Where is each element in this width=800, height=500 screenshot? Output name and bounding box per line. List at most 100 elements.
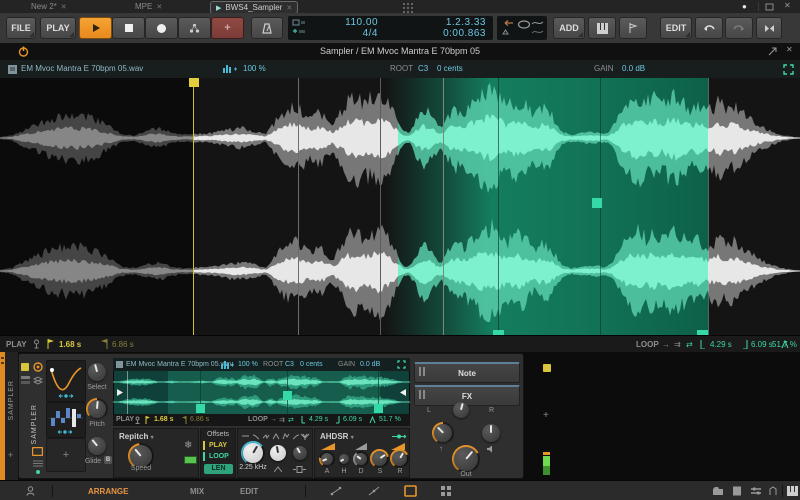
filter-drive-knob[interactable] (291, 444, 309, 462)
tempo-value[interactable]: 110.00 (318, 17, 378, 28)
tempo-position-display[interactable]: 110.00 4/4 1.2.3.33 0:00.863 (288, 16, 493, 40)
loop-fade-handle[interactable] (592, 198, 602, 208)
mod-routing-icon[interactable] (391, 433, 407, 440)
device-waveform-display[interactable] (113, 371, 410, 414)
zoom-level-icon[interactable] (221, 361, 234, 369)
tab-project-1[interactable]: New 2* ✕ (26, 1, 72, 12)
resonance-knob[interactable] (268, 443, 288, 463)
gain-value[interactable]: 0.0 dB (360, 361, 380, 368)
pan-knob[interactable] (451, 400, 471, 420)
play-start-flag-icon[interactable] (145, 416, 151, 424)
stop-button[interactable] (112, 17, 145, 39)
select-knob[interactable] (86, 361, 108, 383)
expanded-view-icon[interactable] (32, 447, 43, 456)
play-stop-flag-icon[interactable] (100, 339, 108, 349)
play-start-flag-icon[interactable] (47, 339, 55, 349)
grid-view-icon[interactable] (440, 485, 453, 497)
dual-row-toggle-icon[interactable] (404, 485, 417, 497)
loop-start-value[interactable]: 4.29 s (710, 340, 732, 349)
zoom-fit-icon[interactable] (783, 64, 794, 75)
play-button[interactable] (79, 17, 112, 39)
close-icon[interactable]: ✕ (286, 4, 292, 12)
list-view-icon[interactable] (33, 460, 43, 467)
next-device-enable[interactable] (543, 364, 551, 372)
device-enable-toggle[interactable] (21, 363, 29, 371)
velocity-knob[interactable] (432, 422, 454, 444)
automation-edit-icon[interactable] (368, 486, 380, 496)
loop-pingpong-icon[interactable]: ⇄ (686, 340, 693, 349)
tune-value[interactable]: 0 cents (437, 64, 463, 73)
instrument-button[interactable] (588, 17, 616, 39)
user-icon[interactable] (26, 486, 35, 496)
zoom-level-icon[interactable] (222, 64, 238, 75)
view-mix[interactable]: MIX (190, 487, 204, 496)
spread-knob[interactable] (480, 422, 502, 444)
loop-start-handle[interactable] (196, 404, 205, 413)
record-button[interactable] (145, 17, 178, 39)
out-knob[interactable] (452, 445, 480, 473)
marker-button[interactable] (619, 17, 647, 39)
freeze-icon[interactable]: ❄ (184, 440, 192, 451)
undo-button[interactable] (695, 17, 723, 39)
waveform-editor[interactable] (0, 78, 800, 335)
edit-menu-button[interactable]: EDIT (660, 17, 692, 39)
add-track-plus[interactable]: + (8, 450, 13, 460)
sync-led[interactable] (184, 456, 197, 464)
offset-play-row[interactable]: PLAY (203, 441, 239, 450)
env-decay-knob[interactable] (353, 451, 369, 467)
modulators-icon[interactable] (33, 362, 43, 372)
loop-pingpong-icon[interactable]: ⇄ (288, 416, 294, 424)
waveform-display[interactable] (0, 78, 800, 335)
file-menu-button[interactable]: FILE (6, 17, 36, 39)
gain-value[interactable]: 0.0 dB (622, 64, 645, 73)
mapping-icon[interactable] (330, 486, 342, 496)
sampler-editor-titlebar[interactable]: Sampler / EM Mvoc Mantra E 70bpm 05 ✕ (0, 43, 800, 61)
zoom-level-value[interactable]: 100 % (238, 361, 258, 368)
view-arrange[interactable]: ARRANGE (88, 487, 128, 496)
track-lane[interactable]: SAMPLER + (5, 352, 18, 480)
sample-file-name[interactable]: EM Mvoc Mantra E 70bpm 05.wav (126, 361, 233, 368)
envelope-select[interactable]: AHDSR ▾ (320, 432, 354, 441)
offset-len-button[interactable]: LEN (204, 464, 233, 474)
restore-window-icon[interactable] (765, 3, 774, 11)
tab-project-2[interactable]: MPE ✕ (130, 1, 167, 12)
cutoff-knob[interactable] (241, 441, 265, 465)
mapping-panel-icon[interactable] (768, 486, 778, 496)
modulator-steps-tile[interactable] (46, 402, 86, 438)
glide-knob[interactable] (86, 435, 108, 457)
remote-controls-icon[interactable] (21, 376, 30, 385)
modulator-envelope-tile[interactable] (46, 360, 86, 402)
loop-on-icon[interactable]: ⇉ (279, 416, 285, 424)
time-value[interactable]: 0:00.863 (398, 28, 486, 39)
device-name[interactable]: SAMPLER (31, 404, 38, 444)
automation-icons[interactable] (531, 19, 544, 37)
loop-off-icon[interactable]: → (662, 340, 670, 349)
sample-file-name[interactable]: EM Mvoc Mantra E 70bpm 05.wav (21, 64, 143, 73)
position-value[interactable]: 1.2.3.33 (398, 17, 486, 28)
view-edit[interactable]: EDIT (240, 487, 258, 496)
play-start-value[interactable]: 1.68 s (154, 416, 173, 423)
loop-fade-value[interactable]: 51.7 % (772, 340, 797, 349)
play-start-handle[interactable] (189, 78, 199, 87)
tune-value[interactable]: 0 cents (300, 361, 323, 368)
close-icon[interactable]: ✕ (156, 3, 162, 11)
loop-fade-handle[interactable] (283, 391, 292, 400)
browser-panel-icon[interactable] (712, 486, 724, 496)
split-button[interactable] (756, 17, 782, 39)
env-hold-knob[interactable] (337, 452, 351, 466)
loop-fade-value[interactable]: 51.7 % (379, 416, 401, 423)
groove-button[interactable] (178, 17, 211, 39)
detach-icon[interactable] (768, 47, 777, 56)
note-chain-button[interactable]: Note (414, 362, 520, 383)
env-sustain-knob[interactable] (370, 449, 389, 468)
play-stop-value[interactable]: 6.86 s (112, 340, 134, 349)
playback-mode-select[interactable]: Repitch ▾ (119, 432, 154, 441)
zoom-level-value[interactable]: 100 % (243, 64, 266, 73)
glide-mode-badge[interactable]: B (104, 456, 112, 464)
close-icon[interactable]: ✕ (61, 3, 67, 11)
env-release-knob[interactable] (390, 449, 409, 468)
piano-panel-icon[interactable] (787, 486, 798, 496)
zoom-fit-icon[interactable] (397, 360, 406, 369)
env-attack-knob[interactable] (319, 451, 335, 467)
nudge-right-icon[interactable] (400, 389, 406, 396)
